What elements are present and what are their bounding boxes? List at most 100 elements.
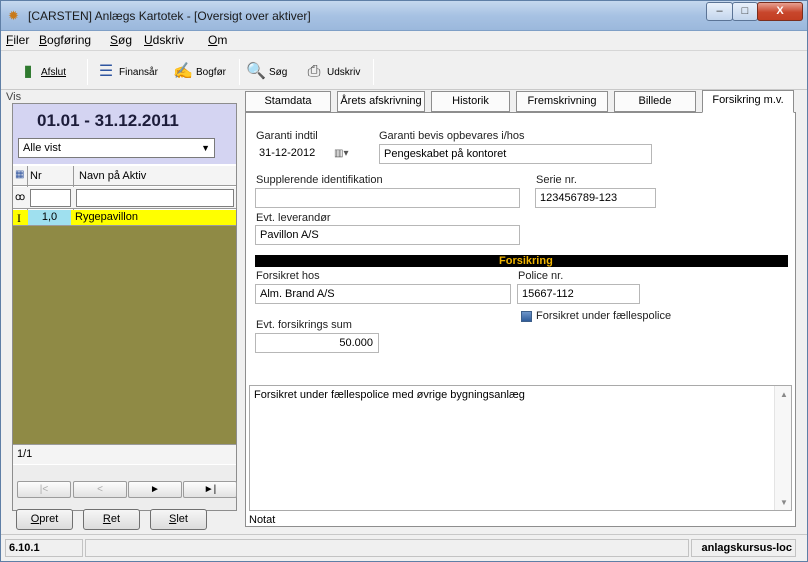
bevis-label: Garanti bevis opbevares i/hos: [379, 130, 525, 142]
tab-historik[interactable]: Historik: [431, 91, 510, 112]
menu-bar: Filer Bogføring Søg Udskriv Om: [1, 31, 807, 49]
notes-value: Forsikret under fællespolice med øvrige …: [254, 389, 525, 401]
printer-icon: ⎙: [307, 63, 321, 80]
app-window: ✹ [CARSTEN] Anlægs Kartotek - [Oversigt …: [0, 0, 808, 562]
record-navigator: |< < ► ►|: [13, 465, 237, 510]
magnifier-icon: 🔍: [246, 63, 266, 80]
filter-dropdown[interactable]: Alle vist ▼: [18, 138, 215, 158]
police-label: Police nr.: [518, 270, 564, 282]
forsikring-section-title: Forsikring: [499, 255, 553, 267]
bogfor-label: Bogfør: [196, 66, 227, 78]
toolbar-separator: [373, 59, 374, 85]
police-input[interactable]: 15667-112: [517, 284, 640, 304]
scroll-up-icon[interactable]: ▲: [780, 390, 788, 399]
fors-hos-input[interactable]: Alm. Brand A/S: [255, 284, 511, 304]
faelles-checkbox[interactable]: [521, 311, 532, 322]
sog-button[interactable]: 🔍 Søg: [246, 61, 287, 83]
calendar-picker-icon[interactable]: ▥▾: [334, 148, 348, 159]
grid-header: ▦ Nr Navn på Aktiv: [13, 166, 236, 186]
udskriv-button[interactable]: ⎙ Udskriv: [304, 61, 361, 83]
period-box: 01.01 - 31.12.2011 Alle vist ▼: [13, 104, 236, 164]
finansar-button[interactable]: ☰ Finansår: [96, 61, 158, 83]
grid-filter-row: ꝏ: [13, 187, 236, 209]
previous-record-button[interactable]: <: [73, 481, 127, 498]
faelles-label: Forsikret under fællespolice: [536, 310, 672, 322]
record-count: 1/1: [13, 444, 236, 464]
name-filter-input[interactable]: [76, 189, 234, 207]
table-row[interactable]: I 1,0 Rygepavillon: [13, 210, 236, 226]
lev-label: Evt. leverandør: [256, 212, 331, 224]
app-logo-icon: ✹: [8, 8, 19, 23]
toolbar-separator: [239, 59, 240, 85]
police-value: 15667-112: [522, 288, 574, 300]
minimize-button[interactable]: –: [706, 2, 733, 21]
lev-input[interactable]: Pavillon A/S: [255, 225, 520, 245]
status-panel: [85, 539, 689, 557]
menu-sog[interactable]: Søg: [110, 33, 132, 47]
toolbar: ▮ Afslut ☰ Finansår ✍ Bogfør 🔍 Søg ⎙ Uds…: [1, 50, 807, 90]
close-button[interactable]: X: [757, 2, 803, 21]
maximize-button[interactable]: □: [732, 2, 758, 21]
sog-label: Søg: [269, 66, 288, 78]
sum-value: 50.000: [339, 337, 373, 349]
notes-scrollbar[interactable]: ▲ ▼: [774, 386, 791, 510]
tab-fremskrivning[interactable]: Fremskrivning: [516, 91, 608, 112]
column-selector-icon[interactable]: ▦: [15, 169, 24, 180]
row-nr-cell: 1,0: [28, 210, 71, 225]
nr-filter-input[interactable]: [30, 189, 71, 207]
fors-hos-value: Alm. Brand A/S: [260, 288, 335, 300]
forsikring-section-bar: Forsikring: [255, 255, 788, 267]
tab-stamdata[interactable]: Stamdata: [245, 91, 331, 112]
column-header-nr[interactable]: Nr: [30, 170, 42, 182]
opret-button[interactable]: Opret: [16, 509, 73, 530]
menu-bogforing[interactable]: Bogføring: [39, 33, 91, 47]
forsikring-panel: Garanti indtil 31-12-2012 ▥▾ Garanti bev…: [245, 112, 796, 527]
row-name-cell: Rygepavillon: [75, 211, 138, 223]
dropdown-arrow-icon: ▼: [201, 143, 210, 153]
fors-hos-label: Forsikret hos: [256, 270, 320, 282]
notat-label: Notat: [249, 514, 276, 526]
posting-icon: ✍: [173, 63, 193, 80]
tab-arets-afskrivning[interactable]: Årets afskrivning: [337, 91, 425, 112]
sum-input[interactable]: 50.000: [255, 333, 379, 353]
first-record-button[interactable]: |<: [17, 481, 71, 498]
serie-input[interactable]: 123456789-123: [535, 188, 656, 208]
period-text: 01.01 - 31.12.2011: [37, 111, 179, 130]
tab-forsikring[interactable]: Forsikring m.v.: [702, 90, 794, 113]
bevis-input[interactable]: Pengeskabet på kontoret: [379, 144, 652, 164]
notes-textarea[interactable]: Forsikret under fællespolice med øvrige …: [249, 385, 792, 511]
window-title: [CARSTEN] Anlægs Kartotek - [Oversigt ov…: [28, 9, 311, 23]
garanti-date-value: 31-12-2012: [259, 147, 316, 159]
supp-input[interactable]: [255, 188, 520, 208]
afslut-label: Afslut: [41, 66, 67, 78]
menu-om[interactable]: Om: [208, 33, 227, 47]
exit-door-icon: ▮: [23, 63, 33, 80]
slet-button[interactable]: Slet: [150, 509, 207, 530]
tab-billede[interactable]: Billede: [614, 91, 696, 112]
title-bar: ✹ [CARSTEN] Anlægs Kartotek - [Oversigt …: [1, 1, 807, 31]
version-status: 6.10.1: [5, 539, 83, 557]
toolbar-separator: [87, 59, 88, 85]
sum-label: Evt. forsikrings sum: [256, 319, 352, 331]
bevis-value: Pengeskabet på kontoret: [384, 148, 507, 160]
lev-value: Pavillon A/S: [260, 229, 319, 241]
menu-filer[interactable]: Filer: [6, 33, 29, 47]
bogfor-button[interactable]: ✍ Bogfør: [173, 61, 226, 83]
afslut-button[interactable]: ▮ Afslut: [18, 61, 66, 83]
server-status: anlagskursus-loc: [691, 539, 796, 557]
empty-grid-area: [13, 226, 236, 444]
ret-button[interactable]: Ret: [83, 509, 140, 530]
garanti-date-field[interactable]: 31-12-2012: [255, 144, 365, 164]
next-record-button[interactable]: ►: [128, 481, 182, 498]
last-record-button[interactable]: ►|: [183, 481, 237, 498]
scroll-down-icon[interactable]: ▼: [780, 498, 788, 507]
serie-value: 123456789-123: [540, 192, 618, 204]
asset-list-panel: 01.01 - 31.12.2011 Alle vist ▼ ▦ Nr Navn…: [12, 103, 237, 511]
finansar-label: Finansår: [119, 66, 158, 78]
status-bar: 6.10.1 anlagskursus-loc: [1, 534, 807, 561]
menu-udskriv[interactable]: Udskriv: [144, 33, 184, 47]
udskriv-label: Udskriv: [327, 66, 361, 78]
row-indicator: I: [17, 211, 21, 225]
column-header-name[interactable]: Navn på Aktiv: [79, 170, 146, 182]
binoculars-icon: ꝏ: [15, 192, 26, 203]
